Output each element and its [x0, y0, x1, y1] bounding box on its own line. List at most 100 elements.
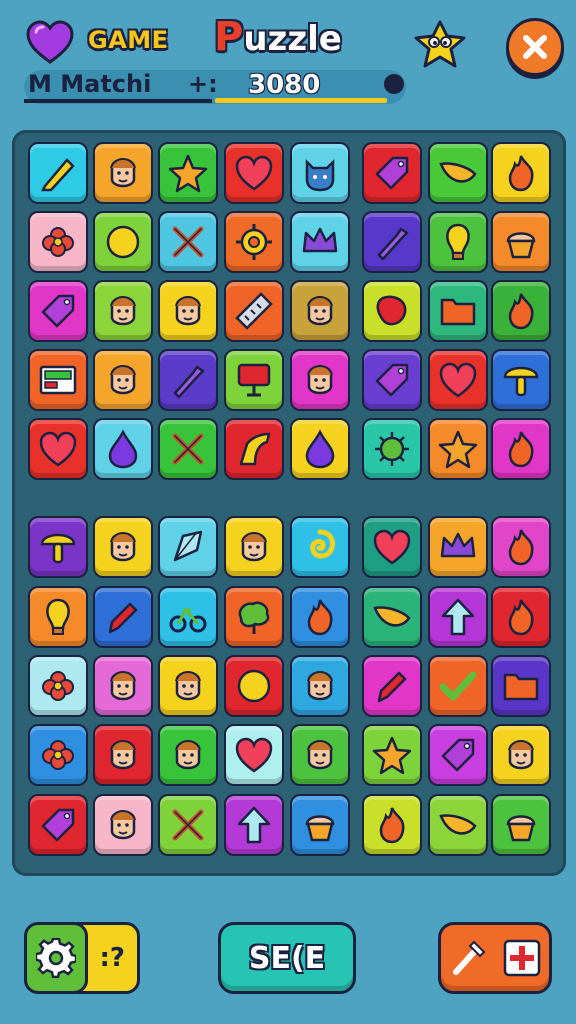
close-button[interactable]: [506, 18, 564, 76]
tile-r8-c2[interactable]: [93, 655, 153, 717]
tile-r5-c8[interactable]: [491, 418, 551, 480]
tile-r3-c1[interactable]: [28, 280, 88, 342]
tile-r9-c4[interactable]: [224, 724, 284, 786]
bottle-icon: [377, 227, 409, 261]
tile-r10-c1[interactable]: [28, 794, 88, 856]
tile-r3-c3[interactable]: [158, 280, 218, 342]
tile-r10-c5[interactable]: [290, 794, 350, 856]
wedge-icon: [239, 432, 271, 466]
tile-r6-c7[interactable]: [428, 516, 488, 578]
tile-r4-c8[interactable]: [491, 349, 551, 411]
cupcake-icon: [506, 232, 536, 259]
cupcake-icon: [506, 815, 536, 842]
tile-r8-c7[interactable]: [428, 655, 488, 717]
tile-r10-c8[interactable]: [491, 794, 551, 856]
tile-r1-c1[interactable]: [28, 142, 88, 204]
check-icon: [439, 671, 477, 701]
bottle-icon: [173, 365, 205, 399]
tile-r10-c2[interactable]: [93, 794, 153, 856]
tile-r5-c4[interactable]: [224, 418, 284, 480]
game-label: GAME: [88, 26, 169, 54]
tile-r4-c6[interactable]: [362, 349, 422, 411]
tile-r6-c2[interactable]: [93, 516, 153, 578]
tile-r1-c4[interactable]: [224, 142, 284, 204]
tile-r4-c1[interactable]: [28, 349, 88, 411]
tile-r10-c4[interactable]: [224, 794, 284, 856]
leaf-icon: [373, 606, 411, 627]
tile-r7-c7[interactable]: [428, 586, 488, 648]
tile-r7-c2[interactable]: [93, 586, 153, 648]
tile-r3-c6[interactable]: [362, 280, 422, 342]
tile-r6-c8[interactable]: [491, 516, 551, 578]
tile-r5-c5[interactable]: [290, 418, 350, 480]
tile-r9-c5[interactable]: [290, 724, 350, 786]
tile-r3-c2[interactable]: [93, 280, 153, 342]
tile-r7-c4[interactable]: [224, 586, 284, 648]
tile-r9-c7[interactable]: [428, 724, 488, 786]
tile-r6-c1[interactable]: [28, 516, 88, 578]
tile-r2-c7[interactable]: [428, 211, 488, 273]
tools-button[interactable]: [438, 922, 552, 994]
tile-r4-c4[interactable]: [224, 349, 284, 411]
tile-r3-c4[interactable]: [224, 280, 284, 342]
tile-r7-c8[interactable]: [491, 586, 551, 648]
heart-icon: [39, 431, 77, 467]
tile-r10-c3[interactable]: [158, 794, 218, 856]
tile-r5-c1[interactable]: [28, 418, 88, 480]
face-icon: [110, 671, 136, 701]
tile-r5-c7[interactable]: [428, 418, 488, 480]
tile-r2-c4[interactable]: [224, 211, 284, 273]
tile-r1-c7[interactable]: [428, 142, 488, 204]
gear-icon: [36, 938, 76, 978]
tile-r4-c2[interactable]: [93, 349, 153, 411]
tile-r2-c1[interactable]: [28, 211, 88, 273]
tile-r1-c5[interactable]: [290, 142, 350, 204]
tile-r9-c2[interactable]: [93, 724, 153, 786]
tile-r1-c3[interactable]: [158, 142, 218, 204]
tile-r9-c3[interactable]: [158, 724, 218, 786]
tile-r5-c2[interactable]: [93, 418, 153, 480]
tile-r7-c3[interactable]: [158, 586, 218, 648]
tile-r8-c3[interactable]: [158, 655, 218, 717]
tile-r5-c3[interactable]: [158, 418, 218, 480]
tile-r6-c5[interactable]: [290, 516, 350, 578]
tile-r8-c8[interactable]: [491, 655, 551, 717]
tile-r4-c5[interactable]: [290, 349, 350, 411]
select-button[interactable]: SE(E: [218, 922, 356, 994]
tile-r4-c7[interactable]: [428, 349, 488, 411]
tile-r3-c7[interactable]: [428, 280, 488, 342]
tile-r2-c6[interactable]: [362, 211, 422, 273]
tile-r10-c7[interactable]: [428, 794, 488, 856]
tile-r2-c8[interactable]: [491, 211, 551, 273]
gear-icon: [236, 224, 272, 260]
tile-r6-c6[interactable]: [362, 516, 422, 578]
tile-r3-c5[interactable]: [290, 280, 350, 342]
tile-r8-c5[interactable]: [290, 655, 350, 717]
tile-r8-c6[interactable]: [362, 655, 422, 717]
tile-r8-c4[interactable]: [224, 655, 284, 717]
hammer-icon: [453, 940, 486, 975]
tile-r1-c6[interactable]: [362, 142, 422, 204]
settings-button[interactable]: [24, 922, 88, 994]
tile-r2-c2[interactable]: [93, 211, 153, 273]
tile-r2-c5[interactable]: [290, 211, 350, 273]
tile-r1-c8[interactable]: [491, 142, 551, 204]
tile-r5-c6[interactable]: [362, 418, 422, 480]
tile-r2-c3[interactable]: [158, 211, 218, 273]
tile-r7-c1[interactable]: [28, 586, 88, 648]
tile-r10-c6[interactable]: [362, 794, 422, 856]
tile-r9-c8[interactable]: [491, 724, 551, 786]
tile-r8-c1[interactable]: [28, 655, 88, 717]
tile-r3-c8[interactable]: [491, 280, 551, 342]
tile-r1-c2[interactable]: [93, 142, 153, 204]
tile-r6-c3[interactable]: [158, 516, 218, 578]
tag-icon: [441, 738, 475, 772]
score-progress-knob[interactable]: [384, 74, 404, 94]
tile-r9-c1[interactable]: [28, 724, 88, 786]
close-icon: [523, 35, 547, 59]
tile-r6-c4[interactable]: [224, 516, 284, 578]
tile-r9-c6[interactable]: [362, 724, 422, 786]
tile-r7-c5[interactable]: [290, 586, 350, 648]
tile-r7-c6[interactable]: [362, 586, 422, 648]
tile-r4-c3[interactable]: [158, 349, 218, 411]
